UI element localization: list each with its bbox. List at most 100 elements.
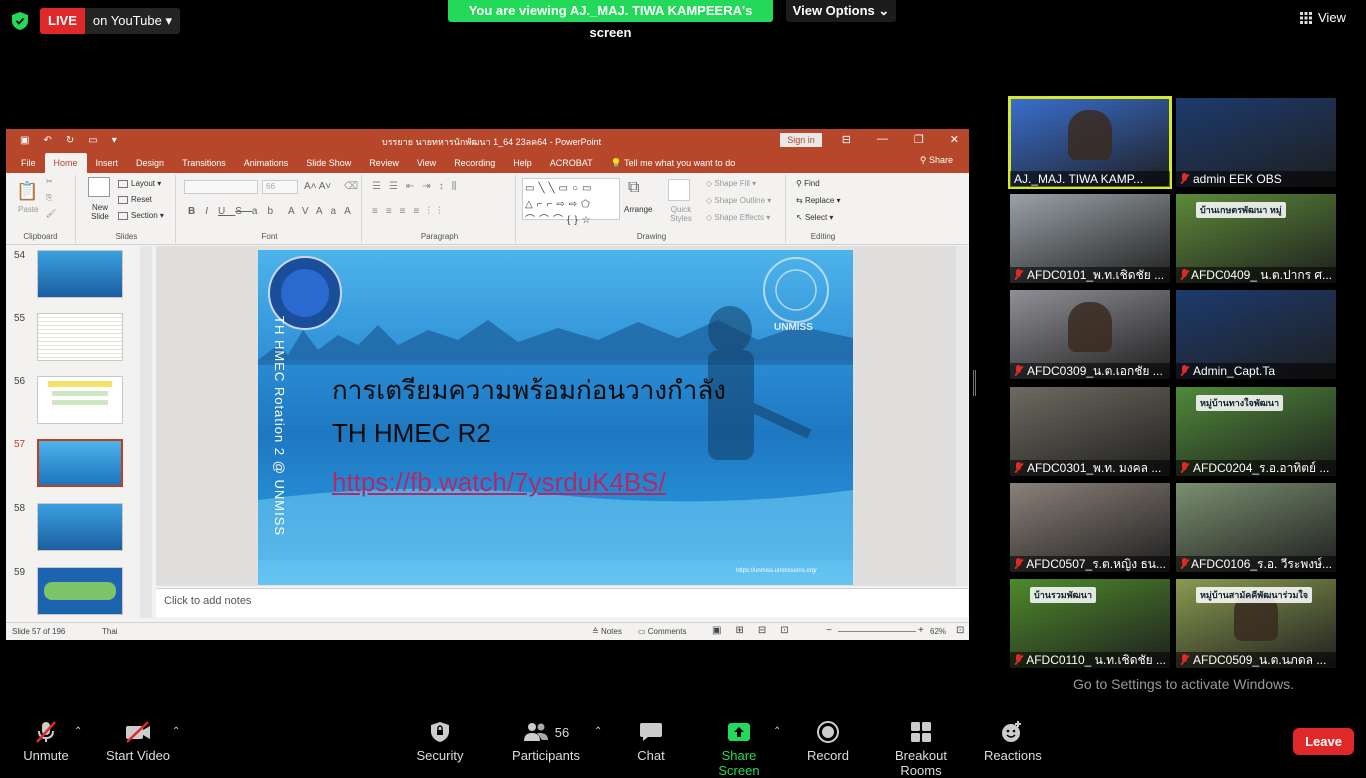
close-icon[interactable]: ✕ <box>950 133 959 146</box>
reset-button[interactable]: Reset <box>118 195 152 204</box>
present-icon[interactable]: ▭ <box>88 135 97 146</box>
splitter-handle[interactable] <box>973 370 976 396</box>
participants-options-caret[interactable]: ⌃ <box>594 726 602 737</box>
format-painter-icon[interactable]: 🖌 <box>46 209 56 218</box>
slide-thumbnail[interactable] <box>37 503 123 551</box>
zoom-out-icon[interactable]: − <box>826 625 832 636</box>
live-stream-indicator[interactable]: LIVE on YouTube ▾ <box>40 8 180 34</box>
cut-icon[interactable]: ✂ <box>46 177 53 186</box>
participant-video-tile[interactable]: AFDC0507_ร.ต.หญิง ธน... <box>1010 483 1170 572</box>
slide-thumbnail[interactable] <box>37 376 123 424</box>
restore-icon[interactable]: ❐ <box>914 133 924 146</box>
slide-thumbnail[interactable] <box>37 250 123 298</box>
participant-video-tile[interactable]: AJ._MAJ. TIWA KAMP... <box>1008 96 1172 189</box>
unmute-button[interactable]: Unmute <box>18 720 74 763</box>
quick-styles-button[interactable]: Quick Styles <box>664 205 698 223</box>
view-button[interactable]: View <box>1300 10 1346 25</box>
participant-video-tile[interactable]: AFDC0106_ร.อ. วีระพงษ์... <box>1176 483 1336 572</box>
view-mode-icons[interactable]: ▣⊞⊟⊡ <box>712 625 803 636</box>
shape-fill-button[interactable]: ◇ Shape Fill ▾ <box>706 179 756 188</box>
participants-button[interactable]: 56 Participants <box>510 720 582 763</box>
start-video-button[interactable]: Start Video <box>103 720 173 763</box>
current-slide[interactable]: TH HMEC Rotation 2 @ UNMISS UNMISS การเต… <box>258 250 853 585</box>
live-destination[interactable]: on YouTube ▾ <box>85 8 180 34</box>
participant-video-tile[interactable]: AFDC0101_พ.ท.เชิดชัย ... <box>1010 194 1170 283</box>
view-options-button[interactable]: View Options ⌄ <box>786 0 896 22</box>
audio-options-caret[interactable]: ⌃ <box>74 726 82 737</box>
reactions-button[interactable]: Reactions <box>984 720 1042 763</box>
grow-font-icon[interactable]: A˄ A˅ <box>304 181 331 192</box>
tab-design[interactable]: Design <box>127 153 173 173</box>
paste-icon[interactable]: 📋 <box>16 181 38 202</box>
new-slide-icon[interactable] <box>88 177 110 197</box>
copy-icon[interactable]: ⎘ <box>46 193 52 203</box>
tab-review[interactable]: Review <box>360 153 408 173</box>
participant-video-tile[interactable]: AFDC0409_ น.ต.ปากร ศ... บ้านเกษตรพัฒนา หม… <box>1176 194 1336 283</box>
slide-thumbnail[interactable] <box>37 567 123 615</box>
arrange-button[interactable]: Arrange <box>624 205 652 214</box>
tell-me-search[interactable]: 💡 Tell me what you want to do <box>602 153 745 173</box>
slide-thumbnail[interactable] <box>37 313 123 361</box>
customize-qat-icon[interactable]: ▾ <box>112 135 117 146</box>
tab-view[interactable]: View <box>408 153 445 173</box>
notes-pane[interactable]: Click to add notes <box>156 588 968 617</box>
participant-video-tile[interactable]: AFDC0509_น.ต.นภดล ... หมู่บ้านสามัคคีพัฒน… <box>1176 579 1336 668</box>
sign-in-button[interactable]: Sign in <box>780 133 822 147</box>
participant-video-tile[interactable]: admin EEK OBS <box>1176 98 1336 187</box>
zoom-in-icon[interactable]: + <box>918 625 924 636</box>
tab-slide-show[interactable]: Slide Show <box>297 153 360 173</box>
zoom-slider[interactable] <box>838 631 916 632</box>
participant-video-tile[interactable]: Admin_Capt.Ta <box>1176 290 1336 379</box>
ribbon-display-icon[interactable]: ⊟ <box>842 133 851 146</box>
tab-acrobat[interactable]: ACROBAT <box>541 153 602 173</box>
tab-insert[interactable]: Insert <box>87 153 128 173</box>
undo-icon[interactable]: ↶ <box>43 135 51 146</box>
redo-icon[interactable]: ↻ <box>66 135 74 146</box>
editor-scrollbar[interactable] <box>956 246 968 586</box>
font-extra-buttons[interactable]: AVAaA <box>288 206 359 217</box>
layout-button[interactable]: Layout ▾ <box>118 179 161 188</box>
participant-video-tile[interactable]: AFDC0301_พ.ท. มงคล ... <box>1010 387 1170 476</box>
language-indicator[interactable]: Thai <box>102 627 118 636</box>
slide-thumbnails-pane[interactable]: 54 55 56 57 58 59 <box>6 246 154 615</box>
tab-help[interactable]: Help <box>504 153 541 173</box>
thumbnails-scrollbar[interactable] <box>140 246 152 618</box>
participant-video-tile[interactable]: AFDC0204_ร.อ.อาทิตย์ ... หมู่บ้านทางใจพัฒ… <box>1176 387 1336 476</box>
zoom-level[interactable]: 62% <box>930 627 946 636</box>
shared-powerpoint-window[interactable]: ▣ ↶ ↻ ▭ ▾ บรรยาย นายทหารนักพัฒนา 1_64 23… <box>6 129 969 640</box>
slide-thumbnail-selected[interactable] <box>37 439 123 487</box>
tab-file[interactable]: File <box>12 153 45 173</box>
new-slide-button[interactable]: New Slide <box>86 203 114 221</box>
notes-button[interactable]: ≙ Notes <box>592 627 622 636</box>
save-icon[interactable]: ▣ <box>20 135 29 146</box>
paste-button[interactable]: Paste <box>18 205 38 214</box>
security-button[interactable]: Security <box>412 720 468 763</box>
font-size-select[interactable]: 66 <box>262 180 298 194</box>
quick-styles-icon[interactable] <box>668 179 690 201</box>
tab-recording[interactable]: Recording <box>445 153 504 173</box>
tab-animations[interactable]: Animations <box>235 153 298 173</box>
participant-video-tile[interactable]: AFDC0110_ น.ท.เชิดชัย ... บ้านรวมพัฒนา <box>1010 579 1170 668</box>
chat-button[interactable]: Chat <box>628 720 674 763</box>
shape-effects-button[interactable]: ◇ Shape Effects ▾ <box>706 213 770 222</box>
minimize-icon[interactable]: — <box>877 133 888 146</box>
font-style-buttons[interactable]: BIUSab <box>188 206 283 217</box>
tab-home[interactable]: Home <box>44 153 87 173</box>
clear-format-icon[interactable]: ⌫ <box>344 181 358 192</box>
find-button[interactable]: ⚲ Find <box>796 179 820 188</box>
select-button[interactable]: ↖ Select ▾ <box>796 213 833 222</box>
record-button[interactable]: Record <box>804 720 852 763</box>
fit-slide-icon[interactable]: ⊡ <box>956 625 964 636</box>
section-button[interactable]: Section ▾ <box>118 211 164 220</box>
video-options-caret[interactable]: ⌃ <box>172 726 180 737</box>
slide-hyperlink[interactable]: https://fb.watch/7ysrduK4BS/ <box>332 467 666 498</box>
participant-video-tile[interactable]: AFDC0309_น.ต.เอกชัย ... <box>1010 290 1170 379</box>
comments-button[interactable]: ▭ Comments <box>638 627 686 636</box>
arrange-icon[interactable]: ⧉ <box>628 179 639 197</box>
font-family-select[interactable] <box>184 180 258 194</box>
bullets-buttons[interactable]: ☰☰⇤⇥↕⫼ <box>372 181 464 192</box>
share-screen-button[interactable]: Share Screen <box>700 720 778 778</box>
shape-outline-button[interactable]: ◇ Shape Outline ▾ <box>706 196 771 205</box>
tab-transitions[interactable]: Transitions <box>173 153 235 173</box>
shapes-gallery[interactable]: ▭╲╲▭○▭ △⌐⌐⇨⇨⬠ ⌒⌒⌒{}☆ <box>522 178 620 226</box>
